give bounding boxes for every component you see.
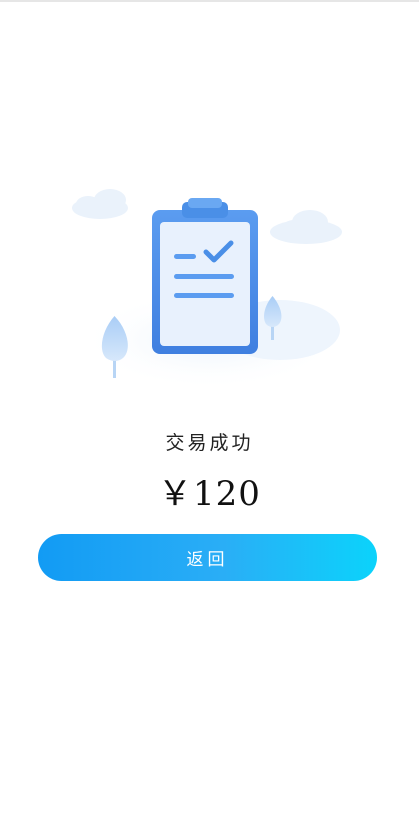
return-button[interactable]: 返回: [38, 534, 377, 581]
success-illustration: [60, 180, 360, 390]
return-button-label: 返回: [186, 550, 229, 570]
clipboard-check-icon: [72, 189, 342, 390]
transaction-amount: ￥120: [158, 474, 261, 514]
top-divider: [0, 0, 419, 2]
transaction-status: 交易成功: [165, 432, 254, 454]
